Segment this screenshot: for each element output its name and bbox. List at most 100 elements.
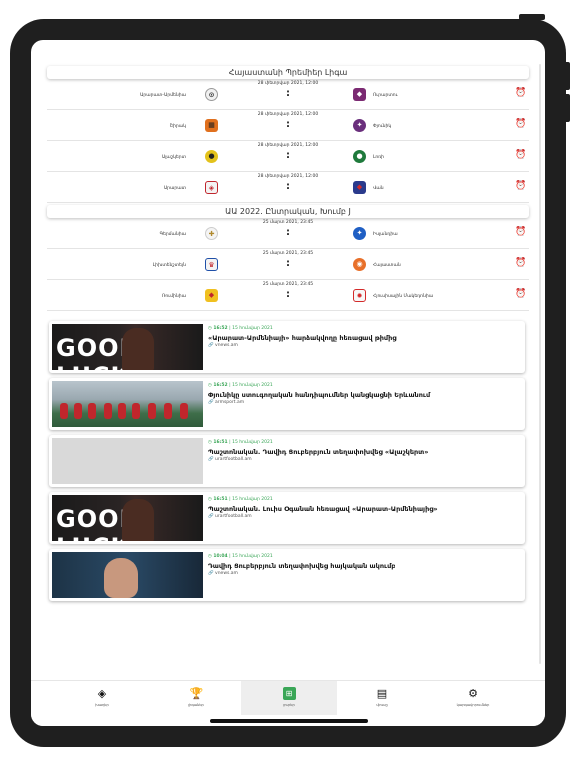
scroll-content[interactable]: Հայաստանի Պրեմիեր Լիգա 28 փետրվար 2021, … bbox=[31, 40, 545, 680]
power-button bbox=[519, 14, 545, 20]
alarm-icon[interactable]: ⏰ bbox=[515, 119, 526, 130]
document-icon: ▤ bbox=[376, 687, 388, 700]
match-row[interactable]: 28 փետրվար 2021, 12:00 : Արարատ ◈ ◆ Վան … bbox=[47, 172, 529, 203]
match-date: 25 մարտ 2021, 23:45 bbox=[262, 220, 314, 225]
news-source-name: urartfootball.am bbox=[215, 514, 252, 519]
away-team-name: Վան bbox=[373, 186, 384, 191]
news-time: 16:51 bbox=[213, 497, 228, 502]
news-card[interactable]: ◷ 16:52 | 15 հունվար 2021 Փյունիկը ստուգ… bbox=[49, 378, 525, 430]
news-image: GOOD LUCK bbox=[52, 495, 203, 541]
news-source: 🔗 urartfootball.am bbox=[208, 514, 252, 519]
tab-settings[interactable]: ⚙ կարգավորումներ bbox=[425, 681, 521, 715]
app-screen: Հայաստանի Պրեմիեր Լիգա 28 փետրվար 2021, … bbox=[31, 40, 545, 726]
alarm-icon[interactable]: ⏰ bbox=[515, 181, 526, 192]
league-title[interactable]: Հայաստանի Պրեմիեր Լիգա bbox=[47, 66, 529, 79]
tab-label: լուրեր bbox=[283, 703, 295, 707]
match-date: 28 փետրվար 2021, 12:00 bbox=[257, 174, 319, 179]
armenia-logo: ◉ bbox=[353, 258, 366, 271]
north-macedonia-logo: ✹ bbox=[353, 289, 366, 302]
alarm-icon[interactable]: ⏰ bbox=[515, 88, 526, 99]
alarm-icon[interactable]: ⏰ bbox=[515, 289, 526, 300]
news-timestamp: ◷ 16:52 | 15 հունվար 2021 bbox=[208, 383, 273, 388]
news-image: GOOD LUCK bbox=[52, 324, 203, 370]
news-image bbox=[52, 381, 203, 427]
match-row[interactable]: 28 փետրվար 2021, 12:00 : Շիրակ ▦ ✦ Փյուն… bbox=[47, 110, 529, 141]
germany-logo: ✚ bbox=[205, 227, 218, 240]
news-source-name: vnews.am bbox=[215, 343, 238, 348]
league-title[interactable]: ԱԱ 2022. Ընտրական, Խումբ J bbox=[47, 205, 529, 218]
ball-icon: ◈ bbox=[97, 687, 107, 700]
alarm-icon[interactable]: ⏰ bbox=[515, 150, 526, 161]
shirak-logo: ▦ bbox=[205, 119, 218, 132]
ararat-armenia-logo: ⊙ bbox=[205, 88, 218, 101]
news-timestamp: ◷ 16:51 | 15 հունվար 2021 bbox=[208, 440, 273, 445]
match-date: 28 փետրվար 2021, 12:00 bbox=[257, 81, 319, 86]
alashkert-logo: ● bbox=[205, 150, 218, 163]
home-team-name: Արարատ bbox=[163, 186, 186, 191]
news-title: «Արարատ-Արմենիայի» հարձակվողը հեռացավ թի… bbox=[208, 334, 397, 342]
news-date: 15 հունվար 2021 bbox=[232, 326, 273, 331]
news-date: 15 հունվար 2021 bbox=[232, 440, 273, 445]
home-indicator[interactable] bbox=[210, 719, 368, 723]
news-date: 15 հունվար 2021 bbox=[232, 554, 273, 559]
news-time: 10:04 bbox=[213, 554, 228, 559]
volume-down-button bbox=[565, 94, 570, 122]
news-title: Պաշտոնական. Դավիդ Ցուբերբյուն տեղափոխվեց… bbox=[208, 448, 429, 456]
home-team-name: Արարատ-Արմենիա bbox=[139, 93, 186, 98]
match-score: : bbox=[286, 119, 290, 130]
news-date: 15 հունվար 2021 bbox=[232, 497, 273, 502]
scrollbar[interactable] bbox=[539, 64, 541, 664]
match-row[interactable]: 25 մարտ 2021, 23:45 : Գերմանիա ✚ ✦ Իսլան… bbox=[47, 218, 529, 249]
match-row[interactable]: 25 մարտ 2021, 23:45 : Ռումինիա ◆ ✹ Հյուս… bbox=[47, 280, 529, 311]
liechtenstein-logo: ♛ bbox=[205, 258, 218, 271]
news-card[interactable]: GOOD LUCK ◷ 16:52 | 15 հունվար 2021 «Արա… bbox=[49, 321, 525, 373]
news-title: Դավիդ Ցուբերբյուն տեղափոխվեց հայկական ակ… bbox=[208, 562, 396, 570]
away-team-name: Հայաստան bbox=[373, 263, 401, 268]
away-team-name: Իսլանդիա bbox=[373, 232, 398, 237]
match-date: 28 փետրվար 2021, 12:00 bbox=[257, 143, 319, 148]
away-team-name: Ուրարտու bbox=[373, 93, 398, 98]
match-score: : bbox=[286, 289, 290, 300]
tab-label: լիգաներ bbox=[188, 703, 204, 707]
match-date: 25 մարտ 2021, 23:45 bbox=[262, 282, 314, 287]
news-source-name: vnews.am bbox=[215, 571, 238, 576]
lori-logo: ● bbox=[353, 150, 366, 163]
news-timestamp: ◷ 16:51 | 15 հունվար 2021 bbox=[208, 497, 273, 502]
match-row[interactable]: 28 փետրվար 2021, 12:00 : Ալաշկերտ ● ● Լո… bbox=[47, 141, 529, 172]
news-source: 🔗 armsport.am bbox=[208, 400, 245, 405]
ararat-logo: ◈ bbox=[205, 181, 218, 194]
news-source: 🔗 vnews.am bbox=[208, 343, 238, 348]
gear-icon: ⚙ bbox=[468, 687, 478, 700]
alarm-icon[interactable]: ⏰ bbox=[515, 227, 526, 238]
tab-other[interactable]: ▤ մյուսը bbox=[334, 681, 430, 715]
league-section: Հայաստանի Պրեմիեր Լիգա 28 փետրվար 2021, … bbox=[47, 66, 529, 311]
news-source: 🔗 urartfootball.am bbox=[208, 457, 252, 462]
tab-label: խաղեր bbox=[95, 703, 109, 707]
home-team-name: Շիրակ bbox=[169, 124, 186, 129]
home-team-name: Ռումինիա bbox=[161, 294, 186, 299]
tab-games[interactable]: ◈ խաղեր bbox=[54, 681, 150, 715]
alarm-icon[interactable]: ⏰ bbox=[515, 258, 526, 269]
news-time: 16:52 bbox=[213, 383, 228, 388]
news-time: 16:52 bbox=[213, 326, 228, 331]
away-team-name: Փյունիկ bbox=[373, 124, 392, 129]
tab-leagues[interactable]: 🏆 լիգաներ bbox=[148, 681, 244, 715]
match-row[interactable]: 25 մարտ 2021, 23:45 : Լիխտենշտեյն ♛ ◉ Հա… bbox=[47, 249, 529, 280]
news-card[interactable]: ◷ 16:51 | 15 հունվար 2021 Պաշտոնական. Դա… bbox=[49, 435, 525, 487]
news-card[interactable]: GOOD LUCK ◷ 16:51 | 15 հունվար 2021 Պաշտ… bbox=[49, 492, 525, 544]
field-icon: ⊞ bbox=[282, 687, 296, 700]
match-row[interactable]: 28 փետրվար 2021, 12:00 : Արարատ-Արմենիա … bbox=[47, 79, 529, 110]
news-image bbox=[52, 552, 203, 598]
romania-logo: ◆ bbox=[205, 289, 218, 302]
tab-label: կարգավորումներ bbox=[456, 703, 490, 707]
match-score: : bbox=[286, 88, 290, 99]
volume-up-button bbox=[565, 62, 570, 90]
tab-news[interactable]: ⊞ լուրեր bbox=[241, 681, 337, 715]
news-image-placeholder bbox=[52, 438, 203, 484]
home-team-name: Լիխտենշտեյն bbox=[152, 263, 186, 268]
match-score: : bbox=[286, 181, 290, 192]
match-score: : bbox=[286, 258, 290, 269]
match-score: : bbox=[286, 227, 290, 238]
news-card[interactable]: ◷ 10:04 | 15 հունվար 2021 Դավիդ Ցուբերբյ… bbox=[49, 549, 525, 601]
match-date: 25 մարտ 2021, 23:45 bbox=[262, 251, 314, 256]
